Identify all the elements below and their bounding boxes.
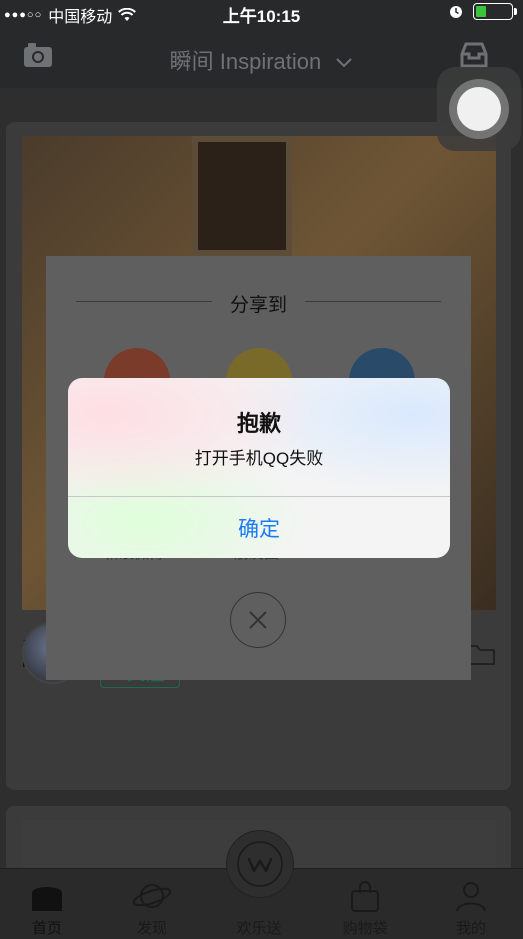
battery-level (476, 6, 486, 17)
tab-discover-label: 发现 (136, 920, 167, 937)
tab-me[interactable]: 我的 (431, 869, 511, 939)
status-bar: ●●●○○ 中国移动 上午10:15 (0, 0, 523, 26)
share-close-button[interactable] (230, 592, 286, 648)
user-icon (456, 882, 486, 912)
status-right (449, 3, 517, 20)
inbox-icon[interactable] (458, 40, 490, 70)
tab-delivery-label: 欢乐送 (236, 920, 282, 937)
alert-message: 打开手机QQ失败 (194, 449, 324, 468)
tab-me-label: 我的 (455, 920, 486, 937)
alert-dialog: 抱歉 打开手机QQ失败 确定 (68, 378, 450, 558)
tab-home[interactable]: 首页 (7, 869, 87, 939)
bag-icon (351, 881, 379, 912)
planet-icon (132, 884, 172, 908)
alert-title: 抱歉 (236, 411, 281, 436)
close-icon (249, 611, 267, 629)
share-title: 分享到 (229, 295, 287, 316)
tab-bag-label: 购物袋 (342, 920, 388, 937)
battery-icon (473, 3, 517, 20)
assistive-core (457, 87, 501, 131)
tab-bag[interactable]: 购物袋 (325, 869, 405, 939)
alarm-icon (450, 5, 462, 18)
tab-home-label: 首页 (31, 920, 62, 937)
window-shape (192, 136, 292, 256)
center-action-button[interactable] (226, 830, 294, 898)
header-title-text: 瞬间 Inspiration (169, 49, 322, 74)
chevron-down-icon (336, 58, 353, 68)
alert-confirm-button[interactable]: 确定 (68, 497, 450, 558)
share-divider-right (305, 301, 441, 302)
tab-discover[interactable]: 发现 (112, 869, 192, 939)
home-icon (32, 887, 62, 911)
assistive-touch-button[interactable] (437, 67, 521, 151)
center-logo-icon (237, 841, 283, 887)
